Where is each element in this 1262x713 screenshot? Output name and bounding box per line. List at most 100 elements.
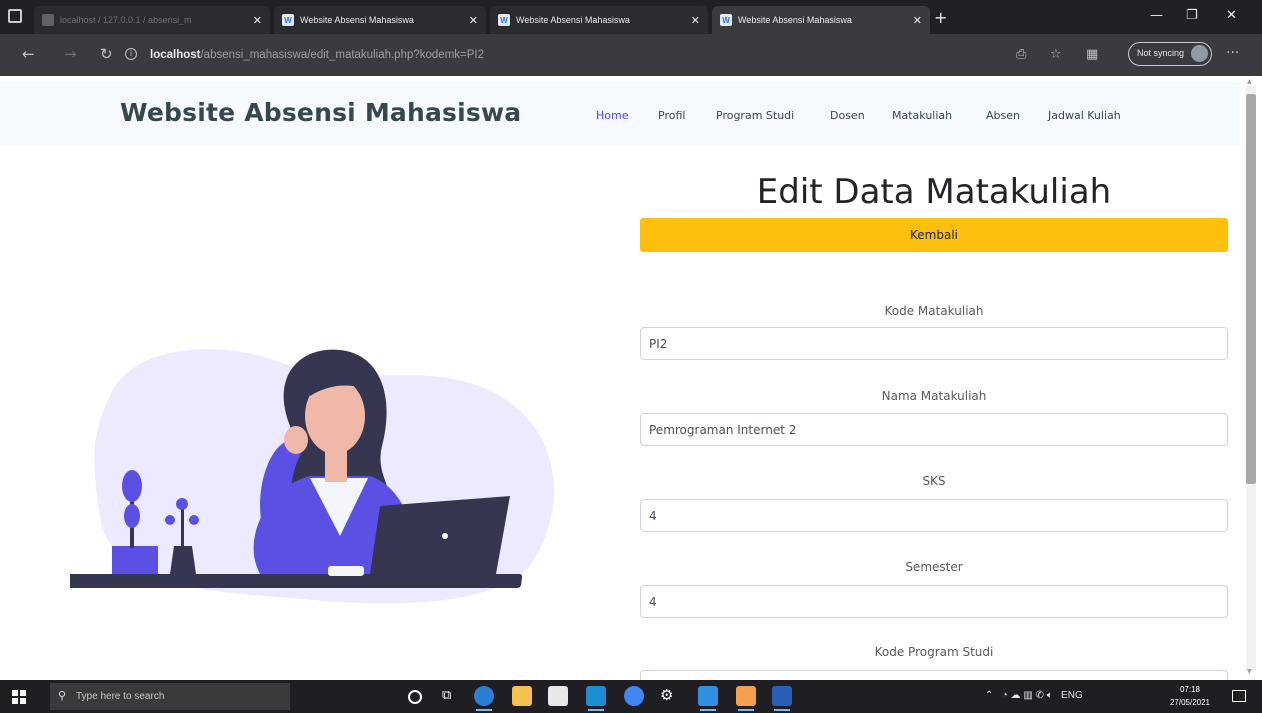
- tab-close-icon[interactable]: ✕: [253, 14, 262, 27]
- hero-illustration: [70, 349, 555, 604]
- sks-input[interactable]: [640, 499, 1228, 532]
- nav-home[interactable]: Home: [596, 109, 628, 122]
- read-aloud-icon[interactable]: ⎙: [1016, 47, 1026, 62]
- url-host: localhost: [150, 49, 201, 61]
- nav-jadwal-kuliah[interactable]: Jadwal Kuliah: [1048, 109, 1121, 122]
- semester-input[interactable]: [640, 585, 1228, 618]
- plant-leaf-left: [124, 504, 140, 528]
- tab-title: Website Absensi Mahasiswa: [738, 15, 852, 25]
- scroll-up-icon[interactable]: ▲: [1247, 78, 1252, 85]
- file-explorer-icon[interactable]: [512, 686, 532, 706]
- nav-dosen[interactable]: Dosen: [830, 109, 865, 122]
- back-arrow-icon[interactable]: ←: [22, 45, 35, 63]
- search-icon: ⚲: [58, 689, 67, 702]
- scroll-down-icon[interactable]: ▼: [1247, 668, 1252, 675]
- tab-close-icon[interactable]: ✕: [913, 14, 922, 27]
- browser-tab-4-active[interactable]: W Website Absensi Mahasiswa ✕: [712, 6, 930, 34]
- nama-matakuliah-label: Nama Matakuliah: [881, 389, 987, 403]
- page-title: Edit Data Matakuliah: [756, 172, 1112, 212]
- scrollbar-thumb[interactable]: [1246, 94, 1256, 484]
- system-tray[interactable]: ⌃ ◔ ☁ ▥ ✆ 🔈︎ ENG: [985, 690, 1083, 701]
- sks-label: SKS: [922, 474, 946, 488]
- plant-pot-right: [170, 546, 196, 574]
- more-menu-icon[interactable]: ···: [1226, 45, 1239, 61]
- tab-title: localhost / 127.0.0.1 / absensi_m: [60, 15, 192, 25]
- chrome-icon[interactable]: [624, 686, 644, 706]
- notification-center-icon[interactable]: [1232, 690, 1246, 702]
- clock-time: 07:18: [1179, 685, 1201, 694]
- plant-pot-left: [112, 546, 158, 574]
- tab-title: Website Absensi Mahasiswa: [300, 15, 414, 25]
- site-navbar: Website Absensi Mahasiswa Home Profil Pr…: [0, 82, 1240, 146]
- minimize-icon[interactable]: —: [1150, 8, 1163, 23]
- profile-sync-button[interactable]: Not syncing: [1128, 42, 1212, 66]
- nama-matakuliah-input[interactable]: [640, 413, 1228, 446]
- nav-matakuliah[interactable]: Matakuliah: [892, 109, 952, 122]
- nav-program-studi[interactable]: Program Studi: [716, 109, 794, 122]
- browser-tab-3[interactable]: W Website Absensi Mahasiswa ✕: [490, 6, 708, 34]
- xampp-icon[interactable]: [736, 686, 756, 711]
- page-favicon-icon: W: [282, 14, 294, 26]
- plant-leaf-left: [122, 470, 142, 502]
- person-hand: [284, 426, 308, 454]
- browser-tab-2[interactable]: W Website Absensi Mahasiswa ✕: [274, 6, 486, 34]
- cortana-icon[interactable]: [408, 690, 422, 704]
- kembali-button[interactable]: Kembali: [640, 218, 1228, 252]
- page-favicon-icon: W: [498, 14, 510, 26]
- sync-label: Not syncing: [1137, 48, 1185, 58]
- language-indicator[interactable]: ENG: [1061, 690, 1083, 701]
- store-icon[interactable]: [548, 686, 568, 706]
- person-neck: [325, 448, 347, 482]
- refresh-icon[interactable]: ↻: [100, 45, 113, 63]
- tray-chevron-icon[interactable]: ⌃: [985, 690, 993, 701]
- nav-profil[interactable]: Profil: [658, 109, 685, 122]
- page-favicon-icon: W: [720, 14, 732, 26]
- windows-start-icon[interactable]: [12, 690, 26, 704]
- kode-program-studi-input[interactable]: [640, 670, 1228, 680]
- restore-icon[interactable]: ❐: [1186, 8, 1198, 23]
- window-close-icon[interactable]: ✕: [1226, 8, 1237, 23]
- word-icon[interactable]: [772, 686, 792, 711]
- new-tab-icon[interactable]: +: [934, 8, 947, 27]
- browser-tab-bar: localhost / 127.0.0.1 / absensi_m ✕ W We…: [0, 0, 1262, 34]
- site-info-icon[interactable]: i: [125, 48, 137, 60]
- laptop-logo: [442, 533, 448, 539]
- page-viewport: Website Absensi Mahasiswa Home Profil Pr…: [0, 76, 1240, 680]
- browser-tab-1[interactable]: localhost / 127.0.0.1 / absensi_m ✕: [34, 6, 270, 34]
- phpmyadmin-favicon-icon: [42, 14, 54, 26]
- plant-bud-right: [189, 515, 199, 525]
- vscode-icon[interactable]: [698, 686, 718, 711]
- browser-menu-icon[interactable]: [8, 9, 22, 23]
- edge-new-icon[interactable]: [586, 686, 606, 711]
- url-field[interactable]: localhost/absensi_mahasiswa/edit_matakul…: [150, 43, 970, 67]
- person-cuff: [328, 566, 364, 576]
- edge-icon[interactable]: [474, 686, 494, 711]
- kode-matakuliah-label: Kode Matakuliah: [884, 304, 984, 318]
- tab-close-icon[interactable]: ✕: [469, 14, 478, 27]
- tab-title: Website Absensi Mahasiswa: [516, 15, 630, 25]
- task-view-icon[interactable]: ⧉: [442, 688, 462, 708]
- plant-bud-right: [176, 498, 188, 510]
- nav-absen[interactable]: Absen: [986, 109, 1020, 122]
- avatar: [1191, 45, 1208, 62]
- plant-bud-right: [165, 515, 175, 525]
- laptop-screen: [370, 496, 510, 574]
- site-brand[interactable]: Website Absensi Mahasiswa: [120, 98, 521, 127]
- semester-label: Semester: [905, 560, 963, 574]
- collections-icon[interactable]: ▦: [1086, 47, 1098, 62]
- forward-arrow-icon[interactable]: →: [64, 45, 77, 63]
- plant-stem-right: [181, 504, 184, 548]
- desk: [70, 574, 523, 588]
- kode-matakuliah-input[interactable]: [640, 327, 1228, 360]
- tab-close-icon[interactable]: ✕: [691, 14, 700, 27]
- windows-taskbar: Type here to search ⚲ ⧉ ⚙ ⌃ ◔ ☁ ▥ ✆ 🔈︎ E…: [0, 680, 1262, 713]
- clock-date: 27/05/2021: [1169, 698, 1211, 707]
- settings-gear-icon[interactable]: ⚙: [660, 686, 680, 706]
- taskbar-clock[interactable]: 07:18 27/05/2021: [1160, 683, 1220, 709]
- favorite-star-icon[interactable]: ☆: [1050, 47, 1062, 62]
- kode-program-studi-label: Kode Program Studi: [874, 645, 994, 659]
- taskbar-search-input[interactable]: Type here to search: [50, 683, 290, 710]
- page-scrollbar[interactable]: ▲ ▼: [1240, 76, 1262, 680]
- tray-icons[interactable]: ◔ ☁ ▥ ✆ 🔈︎: [996, 690, 1058, 701]
- url-path: /absensi_mahasiswa/edit_matakuliah.php?k…: [200, 49, 485, 61]
